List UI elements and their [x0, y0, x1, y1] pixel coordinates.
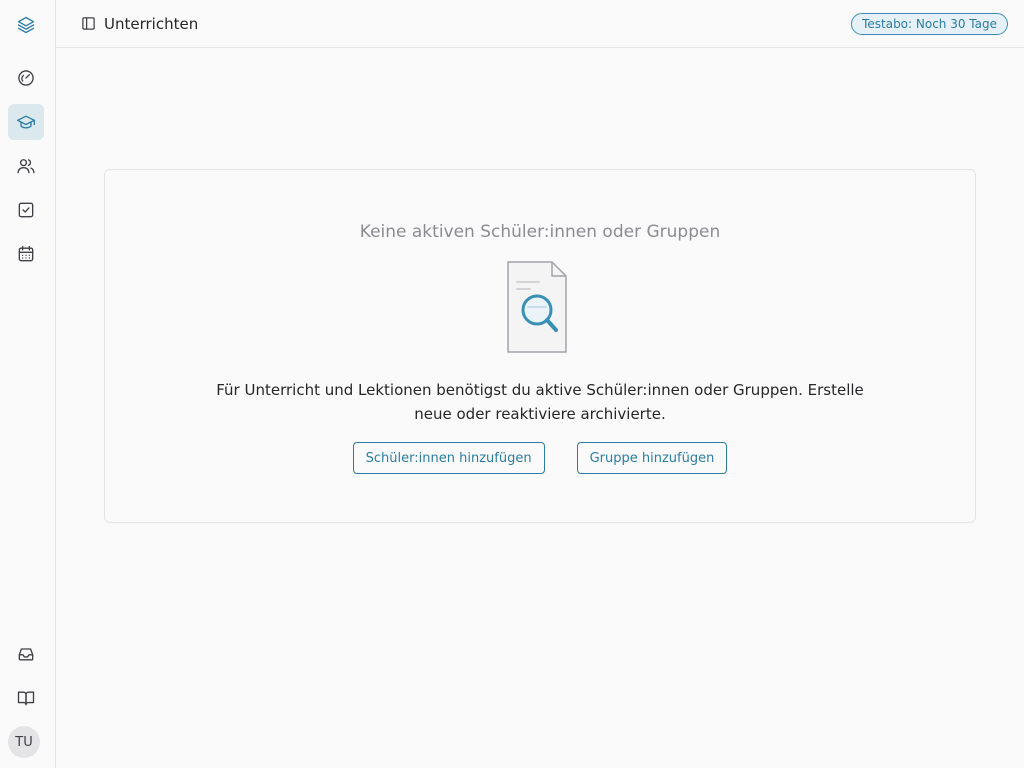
sidebar-item-home[interactable] [8, 7, 44, 43]
users-icon [17, 159, 35, 174]
sidebar: TU [0, 0, 56, 768]
empty-state-actions: Schüler:innen hinzufügen Gruppe hinzufüg… [105, 442, 975, 474]
sidebar-item-students[interactable] [8, 148, 44, 184]
trial-badge[interactable]: Testabo: Noch 30 Tage [851, 12, 1008, 35]
calendar-icon [18, 245, 34, 262]
avatar[interactable]: TU [8, 726, 40, 758]
sidebar-toggle-button[interactable] [80, 16, 96, 32]
sidebar-item-help[interactable] [8, 680, 44, 716]
header: Unterrichten Testabo: Noch 30 Tage [56, 0, 1024, 48]
book-open-icon [17, 691, 35, 706]
empty-state-description: Für Unterricht und Lektionen benötigst d… [216, 381, 864, 423]
empty-state-title: Keine aktiven Schüler:innen oder Gruppen [359, 222, 721, 242]
page-title: Unterrichten [104, 14, 199, 33]
inbox-icon [18, 648, 34, 661]
sidebar-item-inbox[interactable] [8, 636, 44, 672]
sidebar-item-tasks[interactable] [8, 192, 44, 228]
document-search-icon [507, 261, 567, 353]
sidebar-item-teaching[interactable] [8, 104, 44, 140]
avatar-initials: TU [15, 734, 33, 750]
sidebar-item-calendar[interactable] [8, 236, 44, 272]
layers-icon [17, 16, 35, 34]
checkbox-icon [18, 202, 34, 218]
add-group-button[interactable]: Gruppe hinzufügen [576, 442, 728, 474]
sidebar-item-dashboard[interactable] [8, 60, 44, 96]
empty-state-card: Keine aktiven Schüler:innen oder Gruppen… [104, 169, 976, 523]
add-students-button[interactable]: Schüler:innen hinzufügen [352, 442, 545, 474]
dashboard-gauge-icon [18, 70, 34, 86]
graduation-cap-icon [17, 115, 35, 129]
panel-left-icon [81, 17, 95, 30]
